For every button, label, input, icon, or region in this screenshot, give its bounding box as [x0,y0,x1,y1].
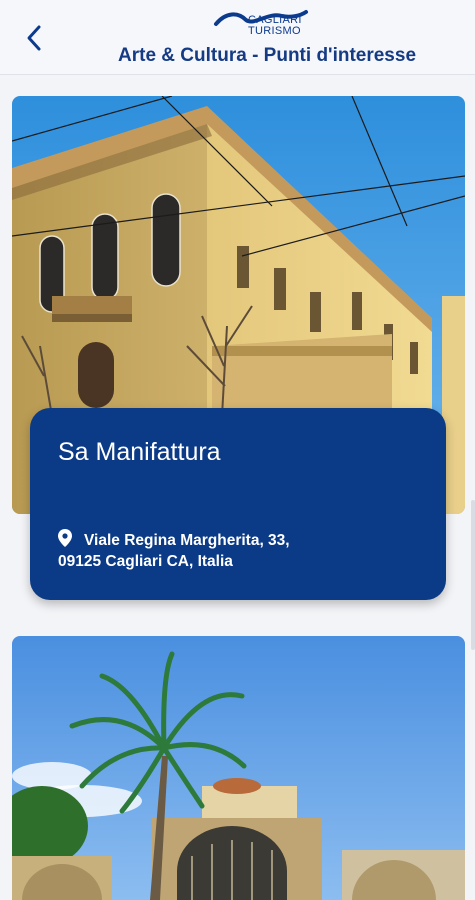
palm-photo [12,636,465,900]
poi-address: Viale Regina Margherita, 33, 09125 Cagli… [58,530,348,572]
page-title: Arte & Cultura - Punti d'interesse [118,45,417,66]
poi-name: Sa Manifattura [58,438,221,466]
address-line-1: Viale Regina Margherita, 33, [84,532,290,549]
app-header: CAGLIARI TURISMO Arte & Cultura - Punti … [0,0,475,75]
poi-info-card[interactable]: Sa Manifattura Viale Regina Margherita, … [30,408,446,600]
chevron-left-icon [27,25,41,51]
address-line-2: 09125 Cagliari CA, Italia [58,553,233,570]
cagliari-turismo-logo: CAGLIARI TURISMO [210,6,320,44]
poi-card-image[interactable] [12,636,465,900]
logo-line-2: TURISMO [248,25,301,37]
back-button[interactable] [18,20,50,56]
scrollbar[interactable] [471,500,475,650]
